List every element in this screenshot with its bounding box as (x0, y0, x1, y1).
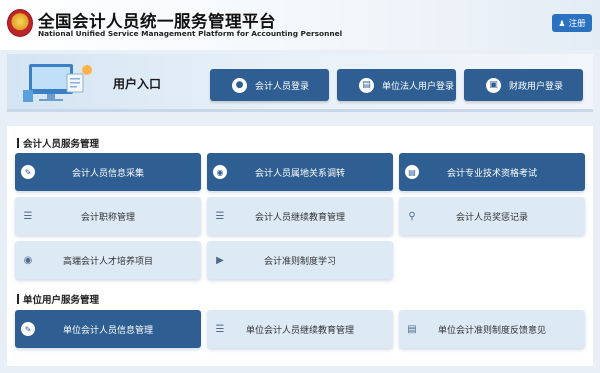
tile-label: 会计准则制度学习 (263, 256, 336, 267)
edit-icon: ✎ (21, 322, 35, 336)
location-icon: ◉ (213, 165, 227, 179)
tile-unit-standards-feedback[interactable]: ▤ 单位会计准则制度反馈意见 (399, 310, 585, 348)
tile-qualification-exam[interactable]: ▤ 会计专业技术资格考试 (399, 153, 585, 191)
services-panel: 会计人员服务管理 ✎ 会计人员信息采集 ◉ 会计人员属地关系调转 ▤ 会计专业技… (7, 126, 593, 366)
tile-continuing-education[interactable]: ☰ 会计人员继续教育管理 (207, 197, 393, 235)
tile-label: 高端会计人才培养项目 (62, 256, 153, 267)
unit-legal-login-button[interactable]: ▤ 单位法人用户登录 (337, 69, 456, 101)
tile-title-management[interactable]: ☰ 会计职称管理 (15, 197, 201, 235)
user-entry-banner: 用户入口 ● 会计人员登录 ▤ 单位法人用户登录 ▣ 财政用户登录 (7, 54, 593, 112)
edit-list-icon: ☰ (215, 210, 225, 222)
heading-bar (17, 294, 19, 304)
site-subtitle: National Unified Service Management Plat… (38, 29, 343, 38)
tile-label: 会计人员奖惩记录 (455, 212, 528, 223)
tile-unit-accountant-info[interactable]: ✎ 单位会计人员信息管理 (15, 310, 201, 348)
tile-label: 会计人员信息采集 (71, 168, 144, 179)
accountant-section-heading: 会计人员服务管理 (17, 136, 99, 150)
feedback-icon: ▤ (407, 323, 417, 335)
tile-accountant-info-collection[interactable]: ✎ 会计人员信息采集 (15, 153, 201, 191)
tile-label: 会计人员继续教育管理 (254, 212, 345, 223)
unit-section-heading: 单位用户服务管理 (17, 292, 99, 306)
building-chart-icon: ▤ (359, 77, 374, 93)
accountant-login-button[interactable]: ● 会计人员登录 (210, 69, 329, 101)
finance-login-button[interactable]: ▣ 财政用户登录 (464, 69, 583, 101)
document-icon: ▤ (405, 165, 419, 179)
tile-territorial-transfer[interactable]: ◉ 会计人员属地关系调转 (207, 153, 393, 191)
tile-label: 单位会计人员信息管理 (62, 325, 153, 336)
id-card-icon: ▣ (486, 77, 501, 93)
accountant-section-title: 会计人员服务管理 (23, 139, 100, 150)
edit-list-icon: ☰ (215, 323, 225, 335)
tile-rewards-penalties[interactable]: ⚲ 会计人员奖惩记录 (399, 197, 585, 235)
register-button[interactable]: ♟ 注册 (552, 14, 592, 32)
register-label: 注册 (568, 19, 586, 29)
tile-high-end-talent[interactable]: ◉ 高端会计人才培养项目 (15, 241, 201, 279)
finance-login-label: 财政用户登录 (509, 81, 564, 92)
list-icon: ☰ (23, 210, 33, 222)
cap-icon: ◉ (23, 254, 33, 266)
play-icon: ▶ (216, 254, 224, 266)
unit-section-title: 单位用户服务管理 (23, 295, 100, 306)
site-header: 全国会计人员统一服务管理平台 National Unified Service … (0, 0, 600, 50)
person-icon: ● (232, 77, 247, 93)
edit-icon: ✎ (21, 165, 35, 179)
tile-label: 单位会计准则制度反馈意见 (437, 325, 546, 336)
national-emblem-icon (7, 9, 33, 37)
tile-label: 会计人员属地关系调转 (254, 168, 345, 179)
tile-label: 单位会计人员继续教育管理 (245, 325, 354, 336)
tile-standards-study[interactable]: ▶ 会计准则制度学习 (207, 241, 393, 279)
user-entry-title: 用户入口 (113, 77, 162, 91)
tile-label: 会计职称管理 (80, 212, 135, 223)
heading-bar (17, 138, 19, 148)
tile-label: 会计专业技术资格考试 (446, 168, 537, 179)
tile-unit-continuing-education[interactable]: ☰ 单位会计人员继续教育管理 (207, 310, 393, 348)
search-doc-icon: ⚲ (408, 210, 416, 222)
user-icon: ♟ (558, 18, 566, 28)
computer-illustration-icon (23, 64, 92, 102)
unit-legal-login-label: 单位法人用户登录 (382, 81, 455, 92)
accountant-login-label: 会计人员登录 (255, 81, 310, 92)
